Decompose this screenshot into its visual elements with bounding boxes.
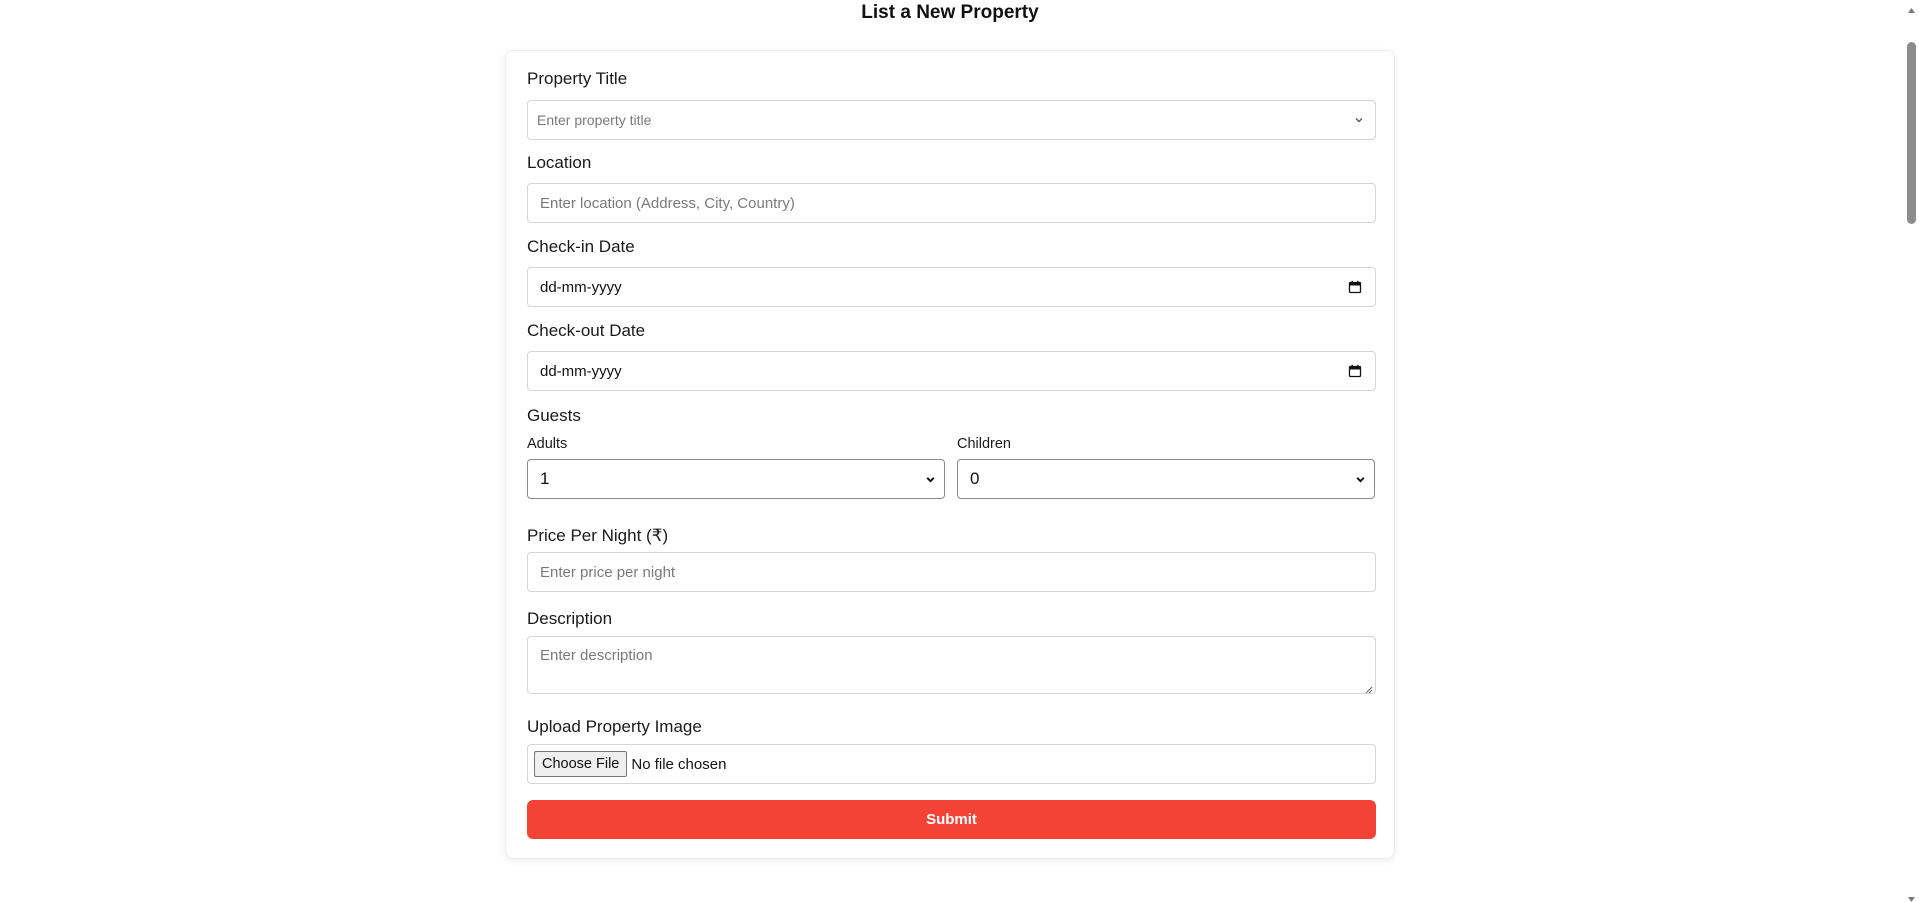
description-textarea[interactable]: Enter description — [527, 636, 1376, 694]
scroll-up-arrow-icon[interactable] — [1907, 2, 1916, 13]
location-input[interactable]: Enter location (Address, City, Country) — [527, 183, 1376, 223]
calendar-icon[interactable] — [1348, 280, 1362, 294]
adults-value: 1 — [540, 469, 550, 488]
adults-select[interactable]: 1 — [527, 459, 945, 499]
price-placeholder: Enter price per night — [540, 563, 676, 581]
check-out-date-input[interactable]: dd-mm-yyyy — [527, 351, 1376, 391]
location-label: Location — [527, 153, 592, 172]
scroll-down-arrow-icon[interactable] — [1907, 891, 1916, 902]
check-in-date-input[interactable]: dd-mm-yyyy — [527, 267, 1376, 307]
location-placeholder: Enter location (Address, City, Country) — [540, 194, 795, 212]
chevron-down-icon — [924, 473, 936, 485]
scrollbar-thumb[interactable] — [1907, 42, 1916, 224]
property-title-label: Property Title — [527, 69, 628, 88]
file-status-text: No file chosen — [631, 755, 727, 773]
choose-file-button[interactable]: Choose File — [534, 751, 628, 777]
price-label: Price Per Night (₹) — [527, 526, 669, 545]
vertical-scrollbar[interactable] — [1904, 0, 1919, 902]
adults-label: Adults — [527, 436, 568, 452]
check-out-date-value: dd-mm-yyyy — [540, 362, 622, 380]
guests-label: Guests — [527, 406, 581, 425]
page: List a New Property Property Title Enter… — [0, 0, 1919, 902]
resize-handle-icon[interactable] — [1363, 681, 1373, 694]
children-value: 0 — [970, 469, 980, 488]
upload-image-label: Upload Property Image — [527, 717, 702, 736]
chevron-down-icon — [1354, 473, 1366, 485]
check-out-label: Check-out Date — [527, 321, 646, 340]
check-in-date-value: dd-mm-yyyy — [540, 278, 622, 296]
price-input[interactable]: Enter price per night — [527, 552, 1376, 592]
description-label: Description — [527, 609, 613, 628]
submit-button[interactable]: Submit — [527, 800, 1376, 839]
property-form: Property Title Enter property title Loca… — [505, 50, 1395, 859]
page-title: List a New Property — [861, 2, 1039, 23]
image-file-input[interactable]: Choose File No file chosen — [527, 744, 1376, 784]
children-label: Children — [957, 436, 1011, 452]
property-title-select[interactable]: Enter property title — [527, 100, 1376, 140]
chevron-down-icon — [1353, 114, 1365, 126]
description-placeholder: Enter description — [540, 647, 653, 664]
property-title-placeholder: Enter property title — [537, 112, 652, 128]
check-in-label: Check-in Date — [527, 237, 635, 256]
children-select[interactable]: 0 — [957, 459, 1375, 499]
calendar-icon[interactable] — [1348, 364, 1362, 378]
